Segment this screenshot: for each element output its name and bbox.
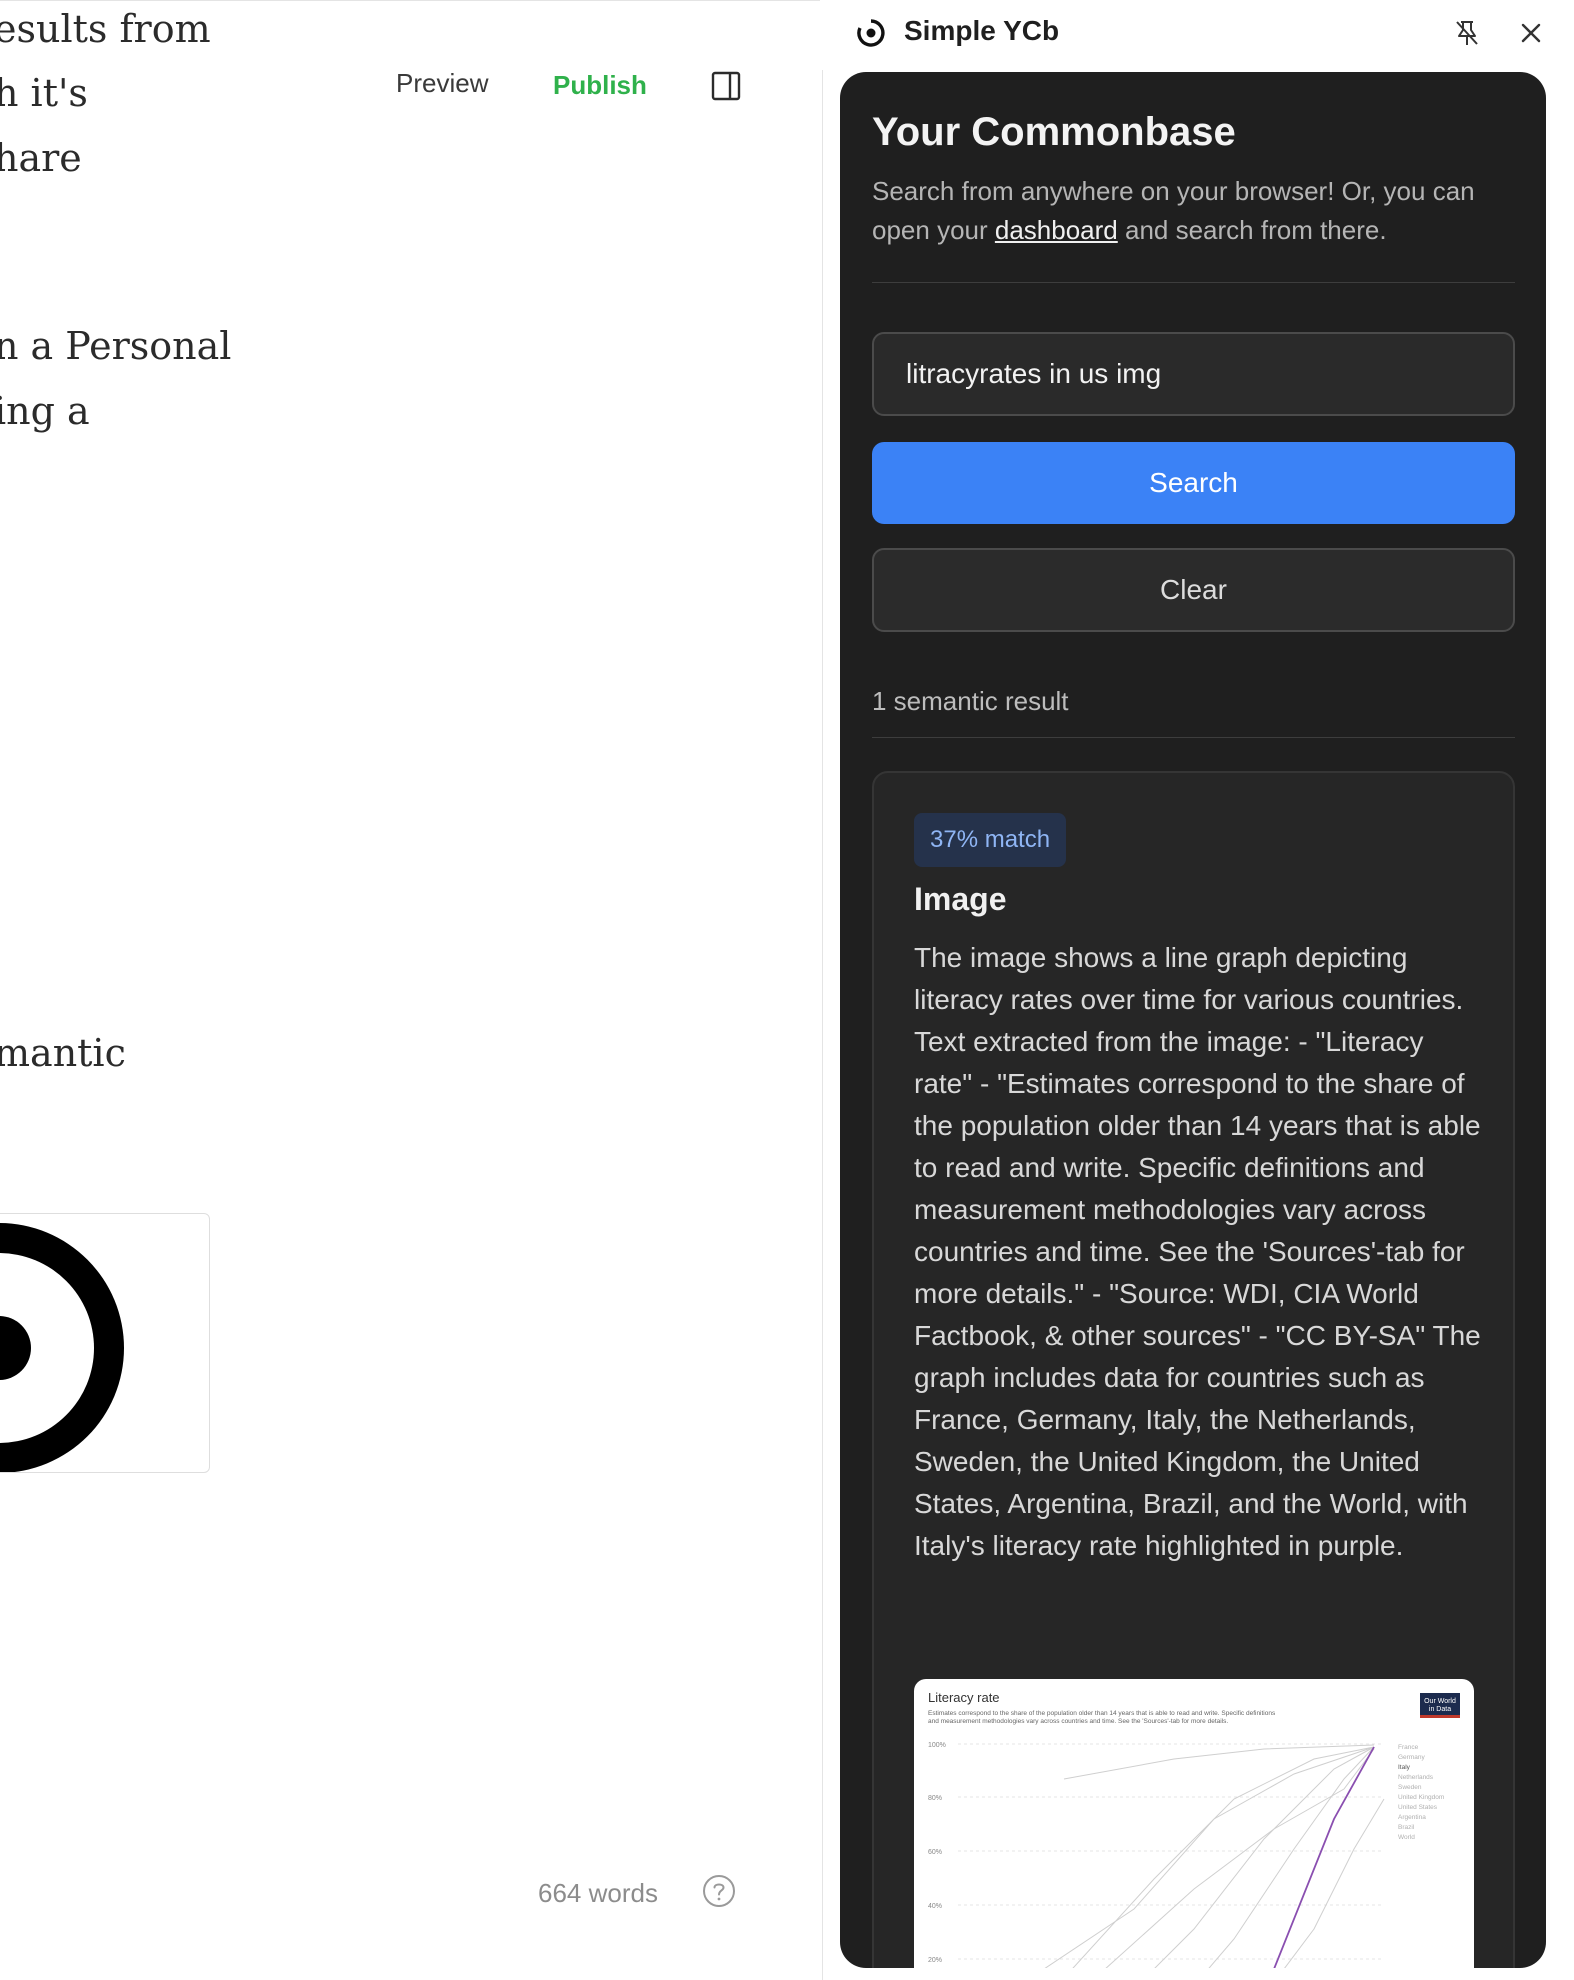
help-icon[interactable] bbox=[702, 1874, 736, 1908]
thumb-y-tick: 80% bbox=[928, 1795, 942, 1802]
thumb-legend-item: United Kingdom bbox=[1398, 1794, 1444, 1801]
thumb-legend: France Germany Italy Netherlands Sweden Unite… bbox=[1398, 1744, 1444, 1841]
owid-logo-stripe bbox=[1420, 1715, 1460, 1718]
editor-text-line[interactable]: n a Personal bbox=[0, 327, 231, 365]
thumb-legend-item: World bbox=[1398, 1834, 1415, 1841]
thumb-gridlines: 100% 80% 60% 40% 20% bbox=[928, 1742, 1384, 1964]
unpin-icon[interactable] bbox=[1450, 16, 1484, 50]
thumb-y-tick: 100% bbox=[928, 1742, 946, 1749]
search-input[interactable] bbox=[872, 332, 1515, 416]
panel-heading: Your Commonbase bbox=[872, 110, 1236, 154]
match-badge: 37% match bbox=[914, 813, 1067, 867]
result-count: 1 semantic result bbox=[872, 686, 1069, 716]
divider bbox=[872, 282, 1515, 283]
thumb-legend-item: Netherlands bbox=[1398, 1774, 1434, 1781]
thumb-legend-item: United States bbox=[1398, 1804, 1438, 1811]
editor-text-line[interactable]: hare bbox=[0, 139, 82, 177]
result-card[interactable]: 37% match Image The image shows a line g… bbox=[872, 771, 1515, 1968]
thumb-highlight-line bbox=[1273, 1746, 1375, 1968]
literacy-chart-thumbnail: Literacy rate Estimates correspond to th… bbox=[928, 1690, 1460, 1968]
panel-description: Search from anywhere on your browser! Or… bbox=[872, 172, 1522, 250]
thumb-subtitle: Estimates correspond to the share of the… bbox=[928, 1710, 1276, 1717]
thumb-legend-item: Sweden bbox=[1398, 1784, 1422, 1791]
result-title: Image bbox=[914, 881, 1007, 917]
dashboard-link[interactable]: dashboard bbox=[995, 215, 1118, 245]
thumb-series-line bbox=[1105, 1748, 1375, 1968]
preview-button[interactable]: Preview bbox=[396, 68, 488, 99]
thumb-legend-item: Argentina bbox=[1398, 1814, 1426, 1821]
thumb-y-tick: 20% bbox=[928, 1957, 942, 1964]
thumb-legend-item: France bbox=[1398, 1744, 1419, 1751]
thumb-legend-item: Italy bbox=[1398, 1764, 1411, 1771]
description-text: and search from there. bbox=[1117, 215, 1387, 245]
owid-logo-text: in Data bbox=[1429, 1706, 1451, 1713]
thumb-y-tick: 60% bbox=[928, 1849, 942, 1856]
editor-text-line[interactable]: esults from bbox=[0, 10, 211, 48]
app-title: Simple YCb bbox=[904, 15, 1060, 46]
divider bbox=[872, 737, 1515, 738]
app-logo-icon bbox=[857, 19, 885, 47]
result-description: The image shows a line graph depicting l… bbox=[914, 942, 1481, 1561]
editor-pane: esults from h it's hare n a Personal ing… bbox=[0, 0, 823, 1980]
publish-button[interactable]: Publish bbox=[553, 70, 647, 101]
sidebar-toggle-icon[interactable] bbox=[710, 70, 742, 102]
thumb-series-line bbox=[1208, 1746, 1375, 1968]
editor-top-border bbox=[0, 0, 820, 1]
thumb-series-line bbox=[1154, 1746, 1375, 1968]
thumb-series-line bbox=[1284, 1798, 1385, 1968]
editor-text-line[interactable]: h it's bbox=[0, 74, 88, 112]
thumb-series-line bbox=[1072, 1746, 1375, 1968]
editor-text-line[interactable]: ing a bbox=[0, 392, 90, 430]
thumb-series bbox=[1044, 1744, 1385, 1968]
thumb-legend-item: Brazil bbox=[1398, 1824, 1415, 1831]
thumb-series-line bbox=[1044, 1746, 1375, 1968]
thumb-title: Literacy rate bbox=[928, 1690, 1000, 1705]
thumb-y-tick: 40% bbox=[928, 1903, 942, 1910]
word-count: 664 words bbox=[538, 1878, 658, 1908]
commonbase-panel: Your Commonbase Search from anywhere on … bbox=[840, 72, 1546, 1968]
search-button[interactable]: Search bbox=[872, 442, 1515, 524]
embedded-image[interactable] bbox=[0, 1213, 210, 1473]
thumb-subtitle: and measurement methodologies vary acros… bbox=[928, 1718, 1228, 1725]
thumb-series-line bbox=[1063, 1744, 1375, 1780]
commonbase-logo-image bbox=[0, 1223, 124, 1472]
result-image-thumbnail[interactable]: Literacy rate Estimates correspond to th… bbox=[914, 1679, 1474, 1968]
editor-text-line[interactable]: mantic bbox=[0, 1034, 126, 1072]
owid-logo-text: Our World bbox=[1424, 1698, 1456, 1705]
close-icon[interactable] bbox=[1514, 16, 1548, 50]
owid-logo bbox=[1420, 1693, 1460, 1717]
clear-button[interactable]: Clear bbox=[872, 548, 1515, 632]
thumb-legend-item: Germany bbox=[1398, 1754, 1425, 1761]
